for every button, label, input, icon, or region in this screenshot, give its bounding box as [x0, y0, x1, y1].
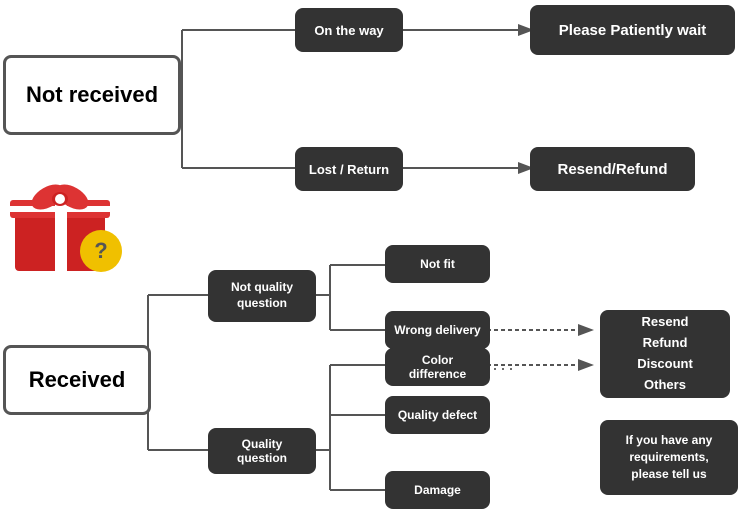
- resend-refund-top-box: Resend/Refund: [530, 147, 695, 191]
- requirements-box: If you have any requirements, please tel…: [600, 420, 738, 495]
- not-fit-box: Not fit: [385, 245, 490, 283]
- please-wait-box: Please Patiently wait: [530, 5, 735, 55]
- main-canvas: Not received On the way Please Patiently…: [0, 0, 750, 500]
- not-quality-box: Not quality question: [208, 270, 316, 322]
- damage-box: Damage: [385, 471, 490, 509]
- quality-defect-box: Quality defect: [385, 396, 490, 434]
- on-the-way-box: On the way: [295, 8, 403, 52]
- color-diff-box: Color difference: [385, 348, 490, 386]
- question-badge: ?: [80, 230, 122, 272]
- lost-return-box: Lost / Return: [295, 147, 403, 191]
- received-box: Received: [3, 345, 151, 415]
- dots-connector: ···: [492, 358, 516, 379]
- resend-options-box: Resend Refund Discount Others: [600, 310, 730, 398]
- not-received-box: Not received: [3, 55, 181, 135]
- quality-question-box: Quality question: [208, 428, 316, 474]
- wrong-delivery-box: Wrong delivery: [385, 311, 490, 349]
